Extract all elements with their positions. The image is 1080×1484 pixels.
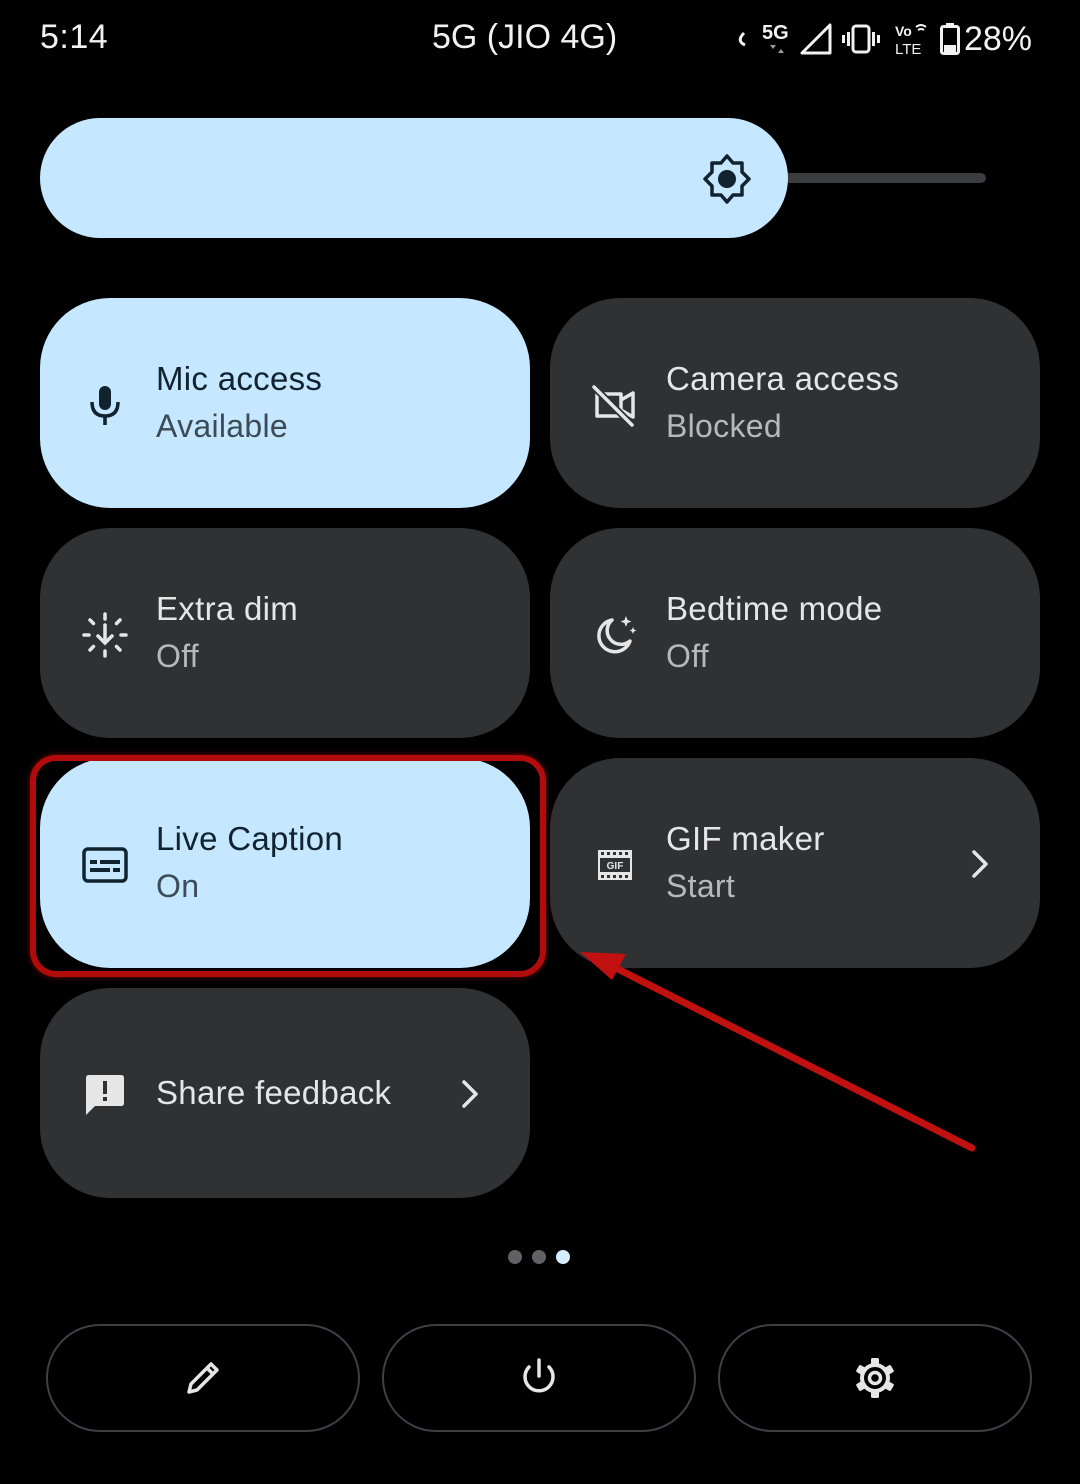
tile-title: Extra dim <box>156 590 299 627</box>
status-carrier: 5G (JIO 4G) <box>432 18 618 56</box>
status-bar: 5:14 5G (JIO 4G) 5G Vo LTE 28% <box>0 0 1080 80</box>
tile-camera-access[interactable]: Camera access Blocked <box>550 298 1040 508</box>
tile-subtitle: Off <box>666 638 709 674</box>
tile-title: Camera access <box>666 360 900 397</box>
tile-subtitle: Start <box>666 868 736 904</box>
caption-icon <box>78 838 132 892</box>
page-dot[interactable] <box>508 1250 522 1264</box>
bedtime-icon <box>588 608 642 662</box>
battery-percent: 28% <box>963 19 1032 58</box>
tile-bedtime-mode[interactable]: Bedtime mode Off <box>550 528 1040 738</box>
status-icons: 5G Vo LTE 28% <box>724 14 1032 64</box>
vibrate-icon <box>836 22 886 56</box>
signal-icon <box>796 22 836 56</box>
5g-badge-text: 5G <box>762 22 789 44</box>
tile-gif-maker[interactable]: GIF GIF maker Start <box>550 758 1040 968</box>
tile-mic-access[interactable]: Mic access Available <box>40 298 530 508</box>
loading-icon <box>724 31 758 47</box>
volte-icon: Vo LTE <box>886 21 938 57</box>
tile-share-feedback[interactable]: Share feedback <box>40 988 530 1198</box>
extra-dim-icon <box>78 608 132 662</box>
page-indicator <box>508 1250 570 1266</box>
pencil-icon <box>187 1362 219 1394</box>
power-button[interactable] <box>382 1324 696 1432</box>
page-dot[interactable] <box>532 1250 546 1264</box>
tile-title: Share feedback <box>156 1074 392 1111</box>
tile-title: GIF maker <box>666 820 825 857</box>
tile-title: Bedtime mode <box>666 590 883 627</box>
volte-badge-top: Vo <box>895 23 912 39</box>
brightness-icon <box>700 152 754 206</box>
camera-off-icon <box>588 378 642 432</box>
page-dot-active[interactable] <box>556 1250 570 1264</box>
tile-live-caption[interactable]: Live Caption On <box>40 758 530 968</box>
chevron-right-icon <box>960 842 1000 886</box>
feedback-icon <box>78 1068 132 1122</box>
tile-extra-dim[interactable]: Extra dim Off <box>40 528 530 738</box>
brightness-slider-track[interactable] <box>760 173 986 183</box>
tile-subtitle: On <box>156 868 200 904</box>
power-icon <box>523 1358 555 1393</box>
gif-icon: GIF <box>588 838 642 892</box>
5g-icon: 5G <box>758 19 796 59</box>
tile-subtitle: Off <box>156 638 199 674</box>
tile-subtitle: Available <box>156 408 288 444</box>
tile-subtitle: Blocked <box>666 408 782 444</box>
chevron-right-icon <box>450 1072 490 1116</box>
brightness-slider[interactable] <box>40 118 788 238</box>
tile-title: Mic access <box>156 360 323 397</box>
volte-badge-bottom: LTE <box>895 41 921 57</box>
gif-icon-text: GIF <box>607 861 624 872</box>
settings-button[interactable] <box>718 1324 1032 1432</box>
tile-title: Live Caption <box>156 820 344 857</box>
edit-button[interactable] <box>46 1324 360 1432</box>
battery-icon <box>938 23 962 55</box>
status-time: 5:14 <box>40 18 109 56</box>
gear-icon <box>856 1358 894 1398</box>
mic-icon <box>78 378 132 432</box>
